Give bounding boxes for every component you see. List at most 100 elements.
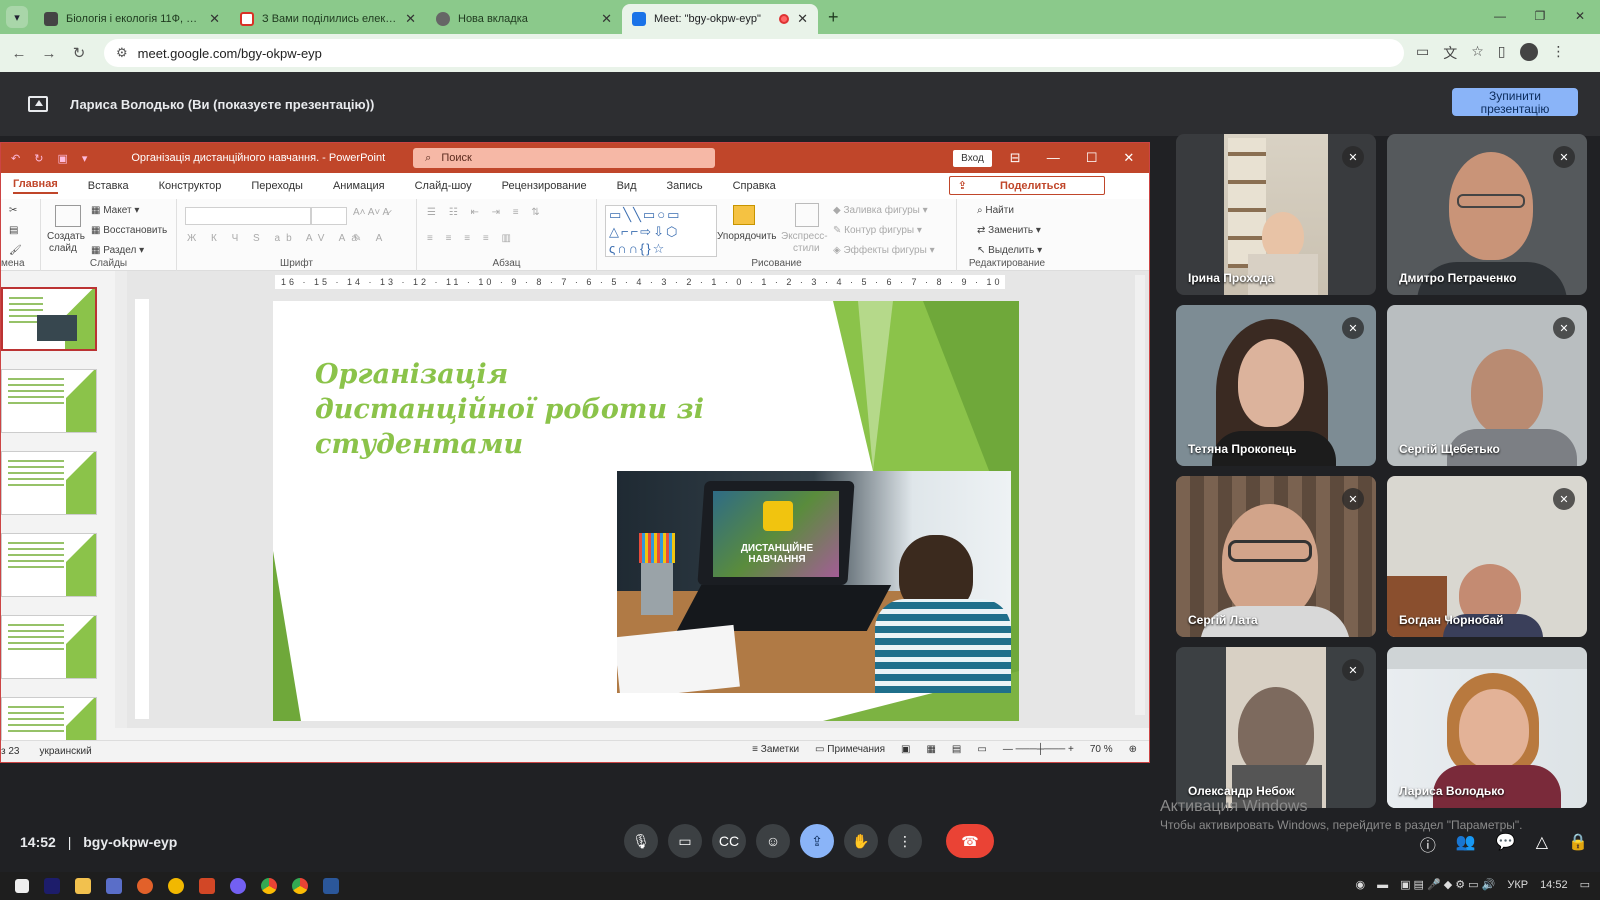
participant-tile[interactable]: ✕ Сергій Лата [1176, 476, 1376, 637]
tab-animations[interactable]: Анимация [333, 180, 385, 192]
share-button[interactable]: ⇪ Поделиться [948, 176, 1105, 195]
ribbon-display-icon[interactable]: ⊟ [1010, 150, 1021, 166]
viber-icon[interactable] [230, 878, 246, 894]
tab-search-icon[interactable]: ▾ [6, 6, 28, 28]
reload-icon[interactable]: ↻ [64, 44, 94, 62]
tab-slideshow[interactable]: Слайд-шоу [415, 180, 472, 192]
zoom-level[interactable]: 70 % [1090, 744, 1113, 755]
tab-view[interactable]: Вид [617, 180, 637, 192]
camera-icon[interactable]: ▭ [1416, 43, 1429, 63]
more-options-button[interactable]: ⋮ [888, 824, 922, 858]
reset-button[interactable]: ▦ Восстановить [91, 225, 167, 236]
close-tab-icon[interactable]: ✕ [209, 11, 220, 27]
font-size-field[interactable] [311, 207, 347, 225]
fit-slide-icon[interactable]: ⊕ [1129, 744, 1137, 755]
tab-record[interactable]: Запись [667, 180, 703, 192]
font-color-icon[interactable]: ✎ A [353, 233, 388, 244]
participant-tile[interactable]: ✕ Богдан Чорнобай [1387, 476, 1587, 637]
format-icons[interactable]: Ж К Ч S ab AV Aa [187, 233, 363, 244]
select-button[interactable]: ↖ Выделить ▾ [977, 245, 1042, 256]
shape-fill-button[interactable]: ◆ Заливка фигуры ▾ [833, 205, 928, 216]
quick-styles-button[interactable]: Экспресс- [781, 231, 828, 242]
chrome-icon[interactable] [292, 878, 308, 894]
browser-tab[interactable]: Біологія і екологія 11Ф, БО ✕ [34, 4, 230, 34]
comments-button[interactable]: ▭ Примечания [815, 744, 885, 755]
participant-tile[interactable]: ✕ Ірина Прохода [1176, 134, 1376, 295]
participant-tile[interactable]: ✕ Тетяна Прокопець [1176, 305, 1376, 466]
start-slideshow-icon[interactable]: ▣ [57, 152, 67, 165]
chat-icon[interactable]: 💬 [1496, 832, 1516, 856]
present-button[interactable]: ⇪ [800, 824, 834, 858]
slide-canvas[interactable]: Організація дистанційної роботи зі студе… [273, 301, 1019, 721]
viber-tray-icon[interactable]: ◉ [1355, 878, 1365, 891]
sidepanel-icon[interactable]: ▯ [1498, 43, 1506, 63]
meeting-details-icon[interactable]: ⓘ [1420, 832, 1436, 856]
participant-tile[interactable]: ✕ Сергій Щебетько [1387, 305, 1587, 466]
chrome-icon[interactable] [261, 878, 277, 894]
word-icon[interactable] [323, 878, 339, 894]
browser-tab[interactable]: Нова вкладка ✕ [426, 4, 622, 34]
slide-thumbnail[interactable] [1, 451, 97, 515]
emoji-button[interactable]: ☺ [756, 824, 790, 858]
section-button[interactable]: ▦ Раздел ▾ [91, 245, 144, 256]
format-painter-icon[interactable]: 🖌 [9, 245, 22, 256]
browser-tab-active[interactable]: Meet: "bgy-okpw-eyp" ✕ [622, 4, 818, 34]
keyboard-language[interactable]: УКР [1507, 879, 1528, 891]
people-icon[interactable]: 👥 [1456, 832, 1476, 856]
close-tab-icon[interactable]: ✕ [797, 11, 808, 27]
host-controls-icon[interactable]: 🔒 [1568, 832, 1588, 856]
find-button[interactable]: ⌕ Найти [977, 205, 1014, 216]
bookmark-star-icon[interactable]: ☆ [1471, 43, 1484, 63]
minimize-icon[interactable]: — [1480, 0, 1520, 32]
flag-icon[interactable]: ▬ [1377, 879, 1388, 891]
raise-hand-button[interactable]: ✋ [844, 824, 878, 858]
quick-styles-icon[interactable] [795, 203, 819, 227]
tray-icons[interactable]: ▣ ▤ 🎤 ◆ ⚙ ▭ 🔊 [1400, 878, 1495, 891]
language-indicator[interactable]: украинский [40, 746, 92, 757]
slide-scrollbar[interactable] [1135, 275, 1145, 715]
camera-button[interactable]: ▭ [668, 824, 702, 858]
customize-qat-icon[interactable]: ▾ [82, 152, 88, 165]
minimize-icon[interactable]: — [1047, 150, 1060, 166]
slide-thumbnail[interactable] [1, 369, 97, 433]
tab-help[interactable]: Справка [733, 180, 776, 192]
tab-design[interactable]: Конструктор [159, 180, 222, 192]
stop-presenting-button[interactable]: Зупинити презентацію [1452, 88, 1578, 116]
powerpoint-icon[interactable] [199, 878, 215, 894]
arrange-icon[interactable] [733, 205, 755, 225]
participant-tile[interactable]: ✕ Олександр Небож [1176, 647, 1376, 808]
new-slide-icon[interactable] [55, 205, 81, 227]
close-tab-icon[interactable]: ✕ [405, 11, 416, 27]
close-tab-icon[interactable]: ✕ [601, 11, 612, 27]
restore-icon[interactable]: ❐ [1520, 0, 1560, 32]
microphone-button[interactable]: 🎙 [624, 824, 658, 858]
slide-thumbnail[interactable] [1, 615, 97, 679]
slide-thumbnail[interactable] [1, 287, 97, 351]
notes-button[interactable]: ≡ Заметки [752, 744, 799, 755]
cut-icon[interactable]: ✂ [9, 205, 17, 216]
captions-button[interactable]: CC [712, 824, 746, 858]
tab-home[interactable]: Главная [13, 178, 58, 194]
layout-button[interactable]: ▦ Макет ▾ [91, 205, 139, 216]
activities-icon[interactable]: △ [1536, 832, 1548, 856]
undo-icon[interactable]: ↶ [11, 152, 20, 165]
sorter-view-icon[interactable]: ▦ [926, 744, 935, 755]
replace-button[interactable]: ⇄ Заменить ▾ [977, 225, 1041, 236]
shape-effects-button[interactable]: ◈ Эффекты фигуры ▾ [833, 245, 935, 256]
close-icon[interactable]: ✕ [1560, 0, 1600, 32]
normal-view-icon[interactable]: ▣ [901, 744, 910, 755]
photoshop-icon[interactable] [44, 878, 60, 894]
file-explorer-icon[interactable] [75, 878, 91, 894]
paste-icon[interactable]: ▤ [9, 225, 18, 236]
zoom-slider[interactable]: — ───┼─── + [1003, 744, 1074, 755]
reading-view-icon[interactable]: ▤ [952, 744, 961, 755]
forward-icon[interactable]: → [34, 45, 64, 62]
align-icons[interactable]: ≡ ≡ ≡ ≡ ▥ [427, 233, 516, 244]
windows-start-icon[interactable] [15, 879, 29, 893]
arrange-button[interactable]: Упорядочить [717, 231, 777, 242]
slide-thumbnail[interactable] [1, 533, 97, 597]
notifications-icon[interactable]: ▭ [1580, 878, 1590, 891]
tab-review[interactable]: Рецензирование [502, 180, 587, 192]
menu-dots-icon[interactable]: ⋮ [1552, 43, 1566, 63]
slideshow-view-icon[interactable]: ▭ [977, 744, 986, 755]
